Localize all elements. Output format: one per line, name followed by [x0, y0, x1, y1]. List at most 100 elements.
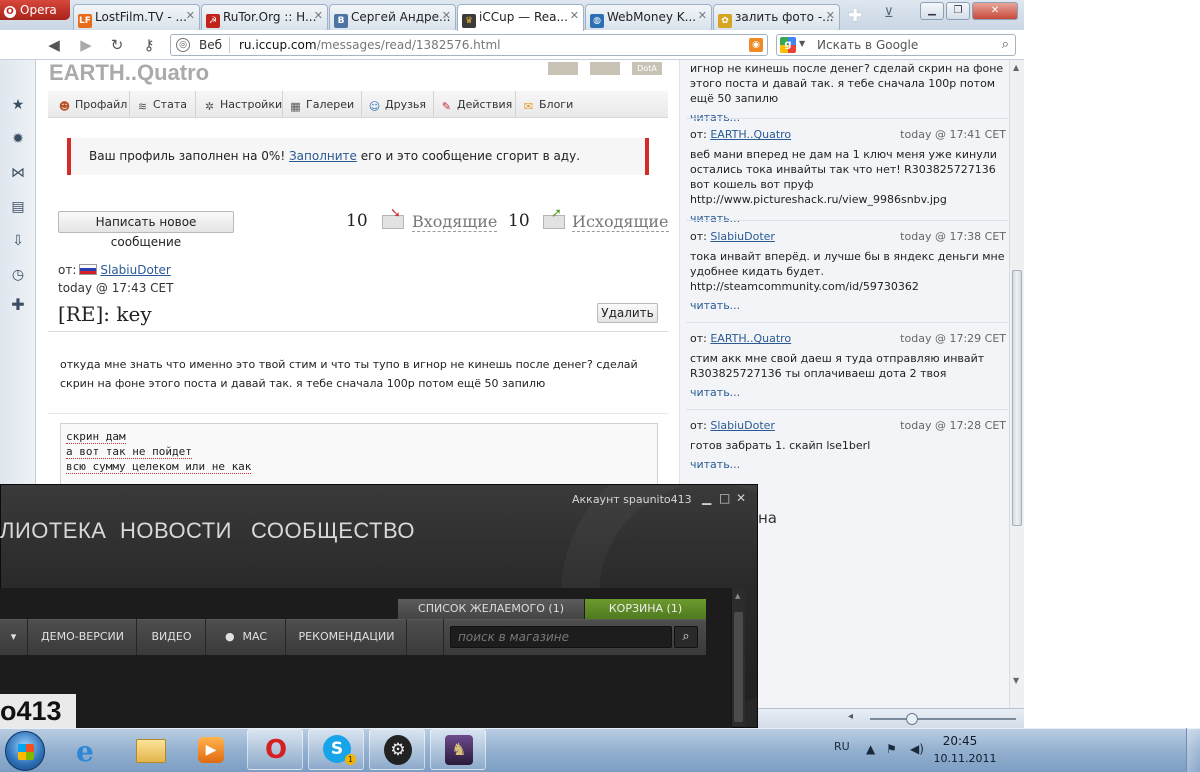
- steam-taskbar-button[interactable]: ⚙: [369, 729, 425, 770]
- tab-rutor[interactable]: ☭ RuTor.Org :: H... ✕: [201, 4, 328, 30]
- opera-taskbar-button[interactable]: O: [247, 729, 303, 770]
- new-message-button[interactable]: Написать новое сообщение: [58, 211, 234, 249]
- reload-icon[interactable]: ↻: [108, 36, 126, 54]
- store-search-button[interactable]: ⌕: [674, 626, 698, 648]
- close-tab-icon[interactable]: ✕: [314, 9, 323, 22]
- internet-explorer-icon[interactable]: e: [70, 731, 110, 769]
- clock-date[interactable]: 10.11.2011: [930, 752, 1000, 765]
- nav-actions[interactable]: ✎ Действия: [440, 91, 516, 118]
- steam-scrollbar-thumb[interactable]: [734, 612, 743, 722]
- tab-webmoney[interactable]: ◍ WebMoney K... ✕: [585, 4, 712, 30]
- steam-minimize-icon[interactable]: ▁: [702, 491, 711, 505]
- reply-textarea[interactable]: скрин дам а вот так не пойдет всю сумму …: [60, 423, 658, 488]
- close-tab-icon[interactable]: ✕: [442, 9, 451, 22]
- scrollbar-thumb[interactable]: [1012, 270, 1022, 526]
- nav-settings[interactable]: ✲ Настройки: [203, 91, 283, 118]
- zoom-out-icon[interactable]: ◂: [848, 711, 853, 722]
- steam-scrollbar[interactable]: [731, 590, 745, 726]
- close-tab-icon[interactable]: ✕: [186, 9, 195, 22]
- google-icon[interactable]: g: [780, 37, 796, 53]
- new-tab-icon[interactable]: ✚: [848, 6, 862, 26]
- downloads-icon[interactable]: ⇩: [9, 232, 27, 250]
- tab-vkontakte[interactable]: B Сергей Андре... ✕: [329, 4, 456, 30]
- read-more-link[interactable]: читать...: [690, 457, 1008, 472]
- nav-stats[interactable]: ≋ Стата: [136, 91, 196, 118]
- steam-nav-library[interactable]: ЛИОТЕКА: [0, 518, 106, 544]
- action-center-flag-icon[interactable]: ⚑: [886, 742, 897, 756]
- inbox-mail-icon[interactable]: ➘: [382, 206, 406, 230]
- sender-link[interactable]: SlabiuDoter: [100, 263, 170, 277]
- zoom-slider[interactable]: [870, 718, 1016, 720]
- tab-lostfilm[interactable]: LF LostFilm.TV - ... ✕: [73, 4, 200, 30]
- widgets-gear-icon[interactable]: ✹: [9, 130, 27, 148]
- outbox-mail-icon[interactable]: ➚: [543, 206, 567, 230]
- back-arrow-icon[interactable]: ◀: [45, 36, 63, 54]
- steam-account-label[interactable]: Аккаунт spaunito413: [572, 493, 692, 506]
- steam-nav-news[interactable]: НОВОСТИ: [120, 518, 232, 544]
- start-button[interactable]: [5, 731, 45, 771]
- address-url[interactable]: ru.iccup.com/messages/read/1382576.html: [239, 38, 501, 52]
- clock-time[interactable]: 20:45: [930, 734, 990, 748]
- steam-scroll-up-icon[interactable]: ▲: [735, 592, 740, 600]
- steam-nav-community[interactable]: СООБЩЕСТВО: [251, 518, 415, 544]
- close-window-button[interactable]: ✕: [972, 2, 1018, 20]
- game-taskbar-button[interactable]: ♞: [430, 729, 486, 770]
- close-tab-icon[interactable]: ✕: [570, 9, 579, 22]
- wishlist-tab[interactable]: СПИСОК ЖЕЛАЕМОГО (1): [398, 599, 584, 619]
- unite-share-icon[interactable]: ⋈: [9, 164, 27, 182]
- history-sender-link[interactable]: SlabiuDoter: [710, 419, 775, 432]
- cart-tab[interactable]: КОРЗИНА (1): [585, 599, 706, 619]
- read-more-link[interactable]: читать...: [690, 385, 1008, 400]
- store-video[interactable]: ВИДЕО: [138, 619, 206, 655]
- read-more-link[interactable]: читать...: [690, 211, 1008, 226]
- read-more-link[interactable]: читать...: [690, 298, 1008, 313]
- inbox-link[interactable]: Входящие: [412, 213, 498, 232]
- store-recommendations[interactable]: РЕКОМЕНДАЦИИ: [287, 619, 407, 655]
- scroll-down-icon[interactable]: ▼: [1013, 676, 1019, 685]
- outbox-link[interactable]: Исходящие: [572, 213, 669, 232]
- google-search-field[interactable]: g ▼ Искать в Google ⌕: [776, 34, 1016, 56]
- fill-profile-link[interactable]: Заполните: [289, 149, 357, 163]
- notes-icon[interactable]: ▤: [9, 198, 27, 216]
- address-bar[interactable]: ◎ Веб ru.iccup.com/messages/read/1382576…: [170, 34, 768, 56]
- skype-taskbar-button[interactable]: S1: [308, 729, 364, 770]
- media-player-icon[interactable]: ▶: [190, 731, 230, 769]
- store-mac[interactable]: ● MAC: [207, 619, 286, 655]
- opera-menu-button[interactable]: O Opera: [0, 0, 70, 20]
- minimize-window-button[interactable]: ▁: [920, 2, 944, 20]
- show-desktop-button[interactable]: [1186, 728, 1200, 772]
- chevron-down-icon[interactable]: ▼: [799, 39, 805, 48]
- history-sender-link[interactable]: EARTH..Quatro: [710, 128, 791, 141]
- trash-icon[interactable]: ⊻: [884, 6, 894, 21]
- close-tab-icon[interactable]: ✕: [826, 9, 835, 22]
- search-icon[interactable]: ⌕: [1002, 37, 1009, 52]
- nav-galleries[interactable]: ▦ Галереи: [289, 91, 362, 118]
- store-search-input[interactable]: поиск в магазине: [450, 626, 672, 648]
- close-tab-icon[interactable]: ✕: [698, 9, 707, 22]
- history-sender-link[interactable]: EARTH..Quatro: [710, 332, 791, 345]
- delete-button[interactable]: Удалить: [597, 303, 658, 323]
- rss-feed-icon[interactable]: ◉: [749, 38, 763, 52]
- steam-close-icon[interactable]: ✕: [736, 491, 746, 505]
- history-clock-icon[interactable]: ◷: [9, 266, 27, 284]
- bookmarks-star-icon[interactable]: ★: [9, 96, 27, 114]
- nav-friends[interactable]: ☺ Друзья: [368, 91, 434, 118]
- forward-arrow-icon[interactable]: ▶: [77, 36, 95, 54]
- add-panel-icon[interactable]: ✚: [9, 296, 27, 314]
- file-explorer-icon[interactable]: [130, 731, 170, 769]
- store-dropdown[interactable]: ▾: [0, 619, 28, 655]
- history-sender-link[interactable]: SlabiuDoter: [710, 230, 775, 243]
- page-scrollbar[interactable]: ▲ ▼: [1009, 60, 1024, 728]
- zoom-slider-handle[interactable]: [906, 713, 918, 725]
- steam-maximize-icon[interactable]: □: [719, 491, 730, 505]
- tab-photo-upload[interactable]: ✿ залить фото -... ✕: [713, 4, 840, 30]
- tray-expand-icon[interactable]: ▲: [866, 742, 875, 756]
- volume-icon[interactable]: ◀): [910, 742, 924, 756]
- tab-iccup[interactable]: ♛ iCCup — Rea... ✕: [457, 4, 584, 31]
- nav-profile[interactable]: ☻ Профайл: [58, 91, 130, 118]
- nav-blogs[interactable]: ✉ Блоги: [522, 91, 582, 118]
- scroll-up-icon[interactable]: ▲: [1013, 63, 1019, 72]
- store-demos[interactable]: ДЕМО-ВЕРСИИ: [29, 619, 137, 655]
- restore-window-button[interactable]: ❐: [946, 2, 970, 20]
- language-indicator[interactable]: RU: [834, 740, 850, 753]
